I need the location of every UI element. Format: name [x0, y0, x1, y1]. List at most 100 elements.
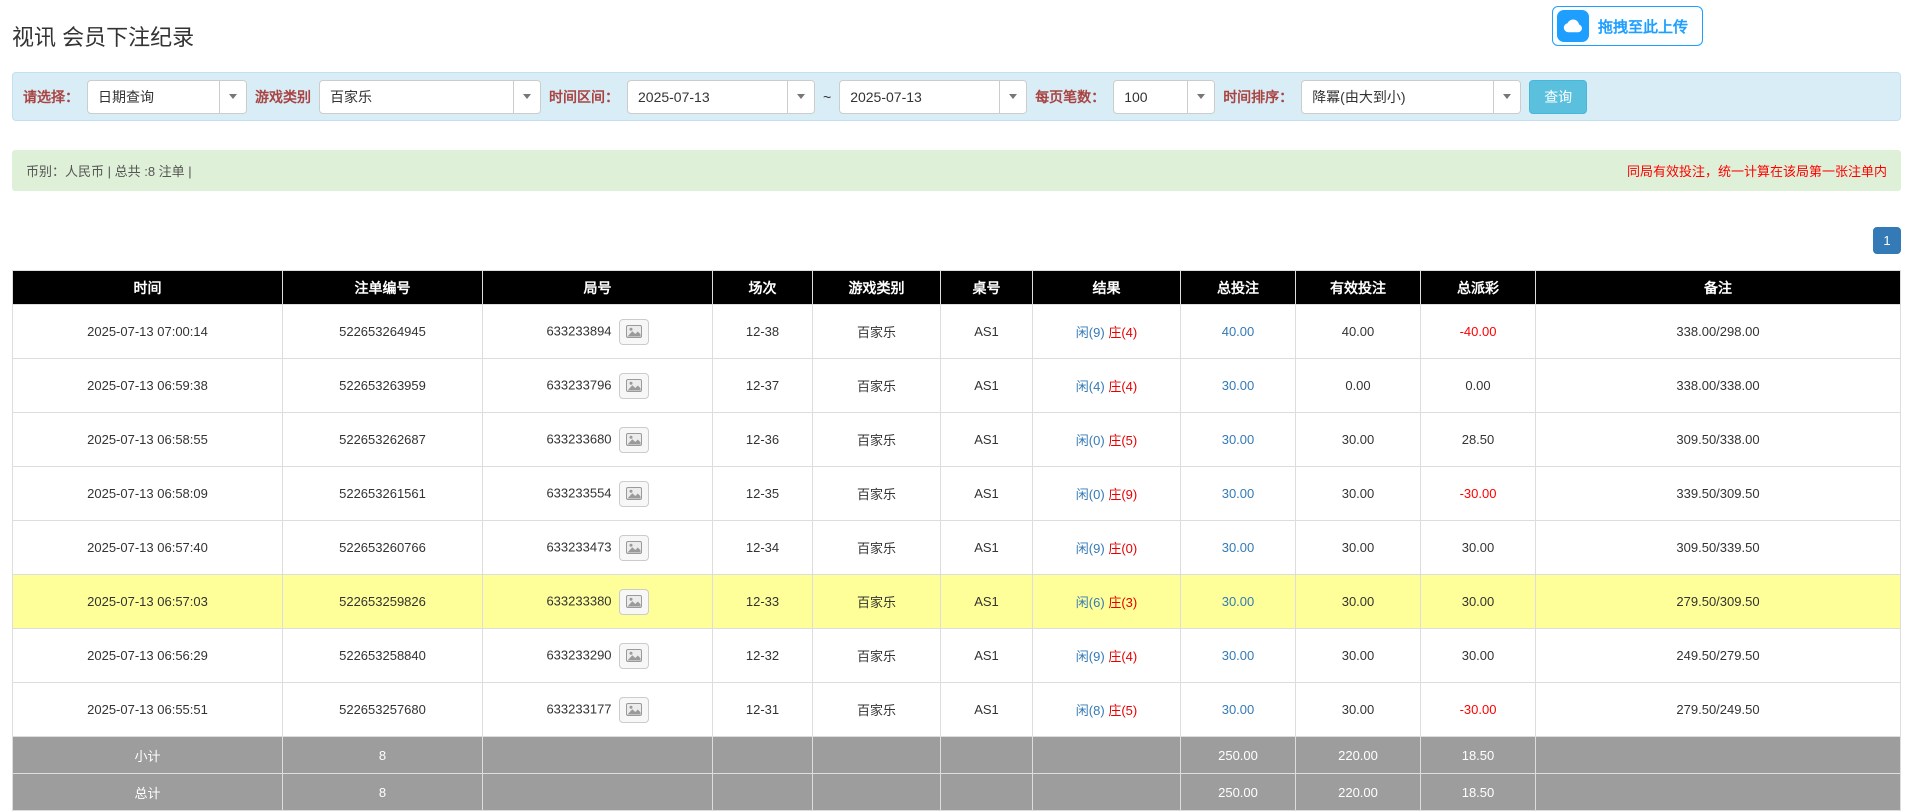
result-banker: 庄(4)	[1108, 325, 1137, 340]
footer-empty-cell	[1033, 774, 1181, 811]
round-image-icon[interactable]	[619, 643, 649, 669]
round-no-cell: 633233290	[483, 629, 713, 683]
time-cell: 2025-07-13 06:57:40	[13, 521, 283, 575]
subtotal-count-cell: 8	[283, 737, 483, 774]
result-banker: 庄(4)	[1108, 379, 1137, 394]
total-count-cell: 8	[283, 774, 483, 811]
bet-no-cell: 522653264945	[283, 305, 483, 359]
total-bet-cell: 30.00	[1181, 359, 1296, 413]
round-no-cell: 633233894	[483, 305, 713, 359]
remark-cell: 309.50/338.00	[1536, 413, 1901, 467]
chevron-down-icon	[513, 81, 540, 113]
remark-cell: 279.50/309.50	[1536, 575, 1901, 629]
filter-bar: 请选择： 日期查询 游戏类别 百家乐 时间区间： 2025-07-13 ~ 20…	[12, 72, 1901, 121]
result-cell: 闲(9) 庄(0)	[1033, 521, 1181, 575]
result-banker: 庄(5)	[1108, 703, 1137, 718]
date-range-separator: ~	[823, 89, 831, 105]
table-row[interactable]: 2025-07-13 06:57:40 522653260766 6332334…	[13, 521, 1901, 575]
bet-records-table: 时间注单编号局号场次游戏类别桌号结果总投注有效投注总派彩备注 2025-07-1…	[12, 270, 1901, 811]
total-bet-link[interactable]: 40.00	[1222, 324, 1255, 339]
remark-cell: 279.50/249.50	[1536, 683, 1901, 737]
game-type-cell: 百家乐	[813, 683, 941, 737]
session-cell: 12-37	[713, 359, 813, 413]
round-image-icon[interactable]	[619, 319, 649, 345]
result-player: 闲(9)	[1076, 325, 1105, 340]
game-type-select[interactable]: 百家乐	[319, 80, 541, 114]
subtotal-valid-bet-cell: 220.00	[1296, 737, 1421, 774]
round-no-cell: 633233177	[483, 683, 713, 737]
table-row[interactable]: 2025-07-13 06:58:55 522653262687 6332336…	[13, 413, 1901, 467]
table-row[interactable]: 2025-07-13 06:59:38 522653263959 6332337…	[13, 359, 1901, 413]
result-cell: 闲(9) 庄(4)	[1033, 629, 1181, 683]
total-bet-link[interactable]: 30.00	[1222, 540, 1255, 555]
footer-empty-cell	[1033, 737, 1181, 774]
result-player: 闲(4)	[1076, 379, 1105, 394]
footer-empty-cell	[1536, 774, 1901, 811]
round-image-icon[interactable]	[619, 373, 649, 399]
table-row[interactable]: 2025-07-13 07:00:14 522653264945 6332338…	[13, 305, 1901, 359]
result-player: 闲(0)	[1076, 433, 1105, 448]
summary-bar: 币别：人民币 | 总共 :8 注单 | 同局有效投注，统一计算在该局第一张注单内	[12, 150, 1901, 191]
column-header: 结果	[1033, 271, 1181, 305]
table-no-cell: AS1	[941, 359, 1033, 413]
payout-cell: 28.50	[1421, 413, 1536, 467]
total-bet-link[interactable]: 30.00	[1222, 378, 1255, 393]
upload-label: 拖拽至此上传	[1598, 16, 1688, 37]
result-banker: 庄(5)	[1108, 433, 1137, 448]
round-no-cell: 633233473	[483, 521, 713, 575]
remark-cell: 338.00/298.00	[1536, 305, 1901, 359]
table-no-cell: AS1	[941, 629, 1033, 683]
upload-dropzone-button[interactable]: 拖拽至此上传	[1552, 6, 1703, 46]
table-row[interactable]: 2025-07-13 06:55:51 522653257680 6332331…	[13, 683, 1901, 737]
table-no-cell: AS1	[941, 413, 1033, 467]
table-row[interactable]: 2025-07-13 06:56:29 522653258840 6332332…	[13, 629, 1901, 683]
date-from-select[interactable]: 2025-07-13	[627, 80, 815, 114]
valid-bet-cell: 40.00	[1296, 305, 1421, 359]
valid-bet-cell: 30.00	[1296, 413, 1421, 467]
remark-cell: 338.00/338.00	[1536, 359, 1901, 413]
game-type-cell: 百家乐	[813, 467, 941, 521]
query-type-select[interactable]: 日期查询	[87, 80, 247, 114]
remark-cell: 309.50/339.50	[1536, 521, 1901, 575]
page-size-select[interactable]: 100	[1113, 80, 1215, 114]
total-bet-link[interactable]: 30.00	[1222, 648, 1255, 663]
subtotal-total-bet-cell: 250.00	[1181, 737, 1296, 774]
time-cell: 2025-07-13 06:55:51	[13, 683, 283, 737]
round-no: 633233177	[546, 701, 611, 716]
round-image-icon[interactable]	[619, 427, 649, 453]
result-player: 闲(9)	[1076, 649, 1105, 664]
table-no-cell: AS1	[941, 575, 1033, 629]
total-bet-link[interactable]: 30.00	[1222, 702, 1255, 717]
page-size-label: 每页笔数：	[1035, 87, 1105, 107]
search-button[interactable]: 查询	[1529, 80, 1587, 114]
payout-cell: 30.00	[1421, 629, 1536, 683]
sort-order-select[interactable]: 降冪(由大到小)	[1301, 80, 1521, 114]
round-image-icon[interactable]	[619, 535, 649, 561]
total-bet-link[interactable]: 30.00	[1222, 486, 1255, 501]
table-no-cell: AS1	[941, 305, 1033, 359]
round-image-icon[interactable]	[619, 481, 649, 507]
payout-cell: 30.00	[1421, 575, 1536, 629]
round-image-icon[interactable]	[619, 697, 649, 723]
table-row[interactable]: 2025-07-13 06:58:09 522653261561 6332335…	[13, 467, 1901, 521]
total-bet-link[interactable]: 30.00	[1222, 432, 1255, 447]
chevron-down-icon	[1493, 81, 1520, 113]
payout-cell: -30.00	[1421, 467, 1536, 521]
game-type-cell: 百家乐	[813, 575, 941, 629]
total-bet-cell: 30.00	[1181, 521, 1296, 575]
table-header-row: 时间注单编号局号场次游戏类别桌号结果总投注有效投注总派彩备注	[13, 271, 1901, 305]
table-row[interactable]: 2025-07-13 06:57:03 522653259826 6332333…	[13, 575, 1901, 629]
pagination: 1	[12, 227, 1901, 254]
page-button-1[interactable]: 1	[1873, 227, 1901, 254]
session-cell: 12-38	[713, 305, 813, 359]
bet-no-cell: 522653262687	[283, 413, 483, 467]
total-bet-link[interactable]: 30.00	[1222, 594, 1255, 609]
top-bar: 视讯 会员下注纪录 拖拽至此上传	[12, 10, 1901, 72]
footer-empty-cell	[813, 774, 941, 811]
round-image-icon[interactable]	[619, 589, 649, 615]
date-to-select[interactable]: 2025-07-13	[839, 80, 1027, 114]
column-header: 局号	[483, 271, 713, 305]
footer-empty-cell	[713, 737, 813, 774]
game-type-cell: 百家乐	[813, 359, 941, 413]
column-header: 有效投注	[1296, 271, 1421, 305]
